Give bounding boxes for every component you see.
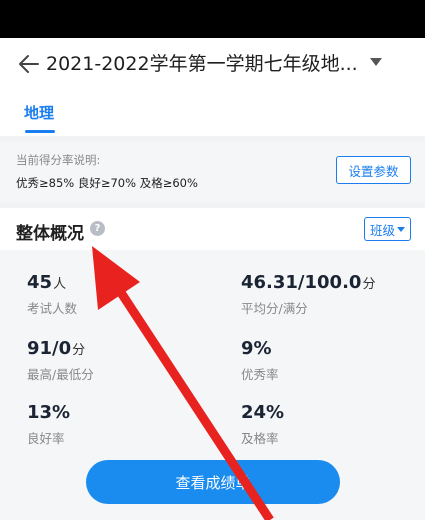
stat-value: 91/0 [27,338,72,359]
stat-average-score: 46.31/100.0分 平均分/满分 [241,272,375,317]
stat-unit: 人 [53,277,67,292]
tab-geography[interactable]: 地理 [24,102,54,123]
stat-label: 及格率 [241,431,279,446]
score-rate-values: 优秀≥85% 良好≥70% 及格≥60% [16,176,198,190]
page-title[interactable]: 2021-2022学年第一学期七年级地... [46,51,366,77]
stat-label: 良好率 [27,431,65,446]
caret-down-icon [397,227,405,232]
app-header: 2021-2022学年第一学期七年级地... [0,38,425,90]
view-report-button[interactable]: 查看成绩单 [86,460,340,504]
class-dropdown[interactable]: 班级 [364,217,411,241]
stat-label: 最高/最低分 [27,367,94,382]
set-params-button[interactable]: 设置参数 [336,156,411,184]
caret-down-icon[interactable] [370,58,382,66]
overview-title: 整体概况 [16,224,84,244]
status-bar [0,0,425,38]
score-rate-label: 当前得分率说明: [16,153,101,167]
stat-label: 优秀率 [241,367,279,382]
stat-value: 45 [27,272,53,293]
class-dropdown-label: 班级 [370,222,396,238]
stat-label: 平均分/满分 [241,301,308,316]
stat-excellent-rate: 9% 优秀率 [241,338,279,383]
overview-header: 整体概况 ? 班级 [0,208,425,250]
tab-active-indicator [25,130,55,133]
stat-good-rate: 13% 良好率 [27,402,71,447]
back-arrow-icon[interactable] [16,51,42,77]
stat-pass-rate: 24% 及格率 [241,402,285,447]
stat-value: 9% [241,338,272,359]
score-rate-info: 当前得分率说明: 优秀≥85% 良好≥70% 及格≥60% 设置参数 [0,142,425,202]
stat-exam-count: 45人 考试人数 [27,272,77,317]
stat-value: 46.31/100.0 [241,272,362,293]
stat-value: 24% [241,402,285,423]
stat-label: 考试人数 [27,301,78,316]
stat-unit: 分 [72,343,86,358]
subject-tabs: 地理 [0,90,425,136]
stat-value: 13% [27,402,71,423]
stat-max-min-score: 91/0分 最高/最低分 [27,338,94,383]
stat-unit: 分 [362,277,376,292]
help-icon[interactable]: ? [90,221,105,236]
